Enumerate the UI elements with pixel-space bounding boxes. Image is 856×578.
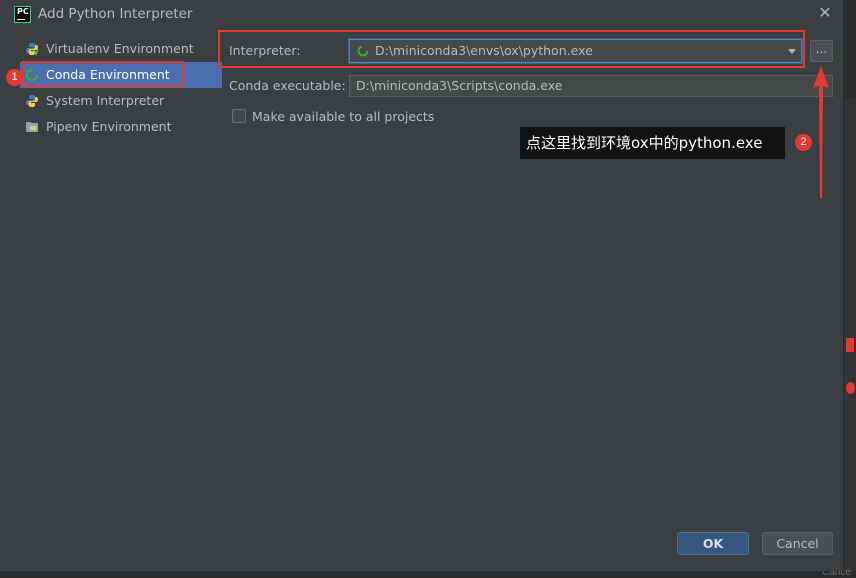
pycharm-logo-icon: PC <box>14 6 31 23</box>
title-bar: PC Add Python Interpreter ✕ <box>0 0 843 30</box>
sidebar-item-virtualenv[interactable]: Virtualenv Environment <box>20 36 222 62</box>
sidebar-item-label: System Interpreter <box>46 93 165 108</box>
interpreter-type-list: Virtualenv Environment Conda Environment… <box>20 36 222 140</box>
annotation-highlight-conda <box>22 61 184 87</box>
cancel-button[interactable]: Cancel <box>762 532 833 555</box>
make-available-label[interactable]: Make available to all projects <box>252 109 434 124</box>
dialog-title: Add Python Interpreter <box>38 6 193 22</box>
conda-executable-value: D:\miniconda3\Scripts\conda.exe <box>356 78 563 93</box>
make-available-checkbox[interactable] <box>232 109 246 123</box>
background-red-dot <box>846 382 855 394</box>
browse-interpreter-button[interactable]: ... <box>810 40 833 62</box>
add-interpreter-dialog: PC Add Python Interpreter ✕ Virtualenv E… <box>0 0 844 571</box>
conda-executable-field[interactable]: D:\miniconda3\Scripts\conda.exe <box>349 75 833 97</box>
pipenv-icon <box>26 122 38 132</box>
conda-executable-label: Conda executable: <box>229 78 346 93</box>
sidebar-item-label: Virtualenv Environment <box>46 41 194 56</box>
ok-button[interactable]: OK <box>677 532 749 555</box>
sidebar-item-label: Pipenv Environment <box>46 119 172 134</box>
annotation-arrow-icon <box>813 66 829 198</box>
annotation-callout: 点这里找到环境ox中的python.exe <box>520 127 785 159</box>
sidebar-item-pipenv[interactable]: Pipenv Environment <box>20 114 222 140</box>
background-red-mark <box>846 338 854 352</box>
background-bottom-strip: Cance <box>0 567 856 578</box>
annotation-badge-1: 1 <box>6 69 23 86</box>
python-icon <box>26 95 38 107</box>
sidebar-item-system[interactable]: System Interpreter <box>20 88 222 114</box>
python-virtualenv-icon <box>26 43 39 56</box>
annotation-highlight-interpreter <box>218 30 805 68</box>
close-icon[interactable]: ✕ <box>816 4 834 22</box>
